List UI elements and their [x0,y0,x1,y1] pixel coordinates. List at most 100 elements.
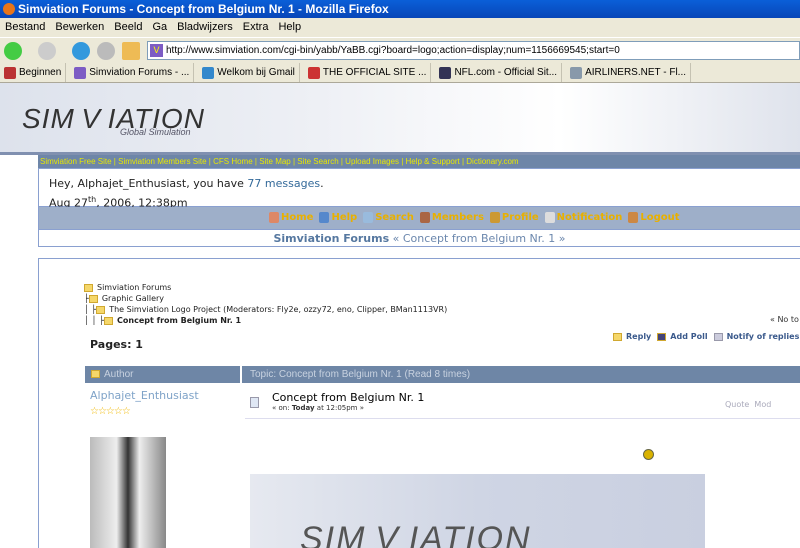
nav-label: Logout [640,212,680,223]
menu-beeld[interactable]: Beeld [114,21,142,33]
window-title: Simviation Forums - Concept from Belgium… [18,2,389,16]
bookmark-label: Beginnen [19,66,62,78]
meta-on: « on: [272,404,292,412]
menu-bewerken[interactable]: Bewerken [55,21,104,33]
post-author[interactable]: Alphajet_Enthusiast [90,389,199,402]
search-icon [363,211,374,223]
notify-button[interactable]: Notify of replies [713,332,800,341]
folder-icon [88,294,98,303]
welcome-box: Hey, Alphajet_Enthusiast, you have 77 me… [38,168,800,210]
nav-home[interactable]: Home [269,207,313,229]
author-column-header: Author [85,366,242,383]
meta-today: Today [291,404,315,412]
folder-icon [91,370,100,379]
bookmark[interactable]: AIRLINERS.NET - Fl... [570,63,692,82]
messages-link[interactable]: 77 messages [247,177,320,190]
modify-button[interactable]: Mod [754,400,771,409]
nav-label: Home [281,212,314,223]
nav-members[interactable]: Members [419,207,484,229]
nav-search[interactable]: Search [363,207,414,229]
period: . [320,177,324,190]
tree-label: Simviation Forums [97,283,172,292]
header-label: Author [104,369,134,380]
menu-bestand[interactable]: Bestand [5,21,45,33]
grin-smiley-icon [643,449,654,460]
breadcrumb: Simviation Forums « Concept from Belgium… [38,229,800,247]
add-poll-button[interactable]: Add Poll [657,332,708,341]
breadcrumb-topic: « Concept from Belgium Nr. 1 » [389,232,566,245]
nav-logout[interactable]: Logout [628,207,680,229]
bookmark-icon [4,66,16,79]
tree-item-gallery[interactable]: ├ Graphic Gallery [84,294,164,303]
url-text: http://www.simviation.com/cgi-bin/yabb/Y… [166,45,620,56]
topic-actions: Reply Add Poll Notify of replies [613,332,799,341]
greeting: Hey, Alphajet_Enthusiast, you have [49,177,248,190]
reply-icon [613,332,622,341]
site-favicon: V [150,44,163,57]
post-divider [245,418,800,419]
bookmark-label: THE OFFICIAL SITE ... [322,66,427,78]
bookmark[interactable]: Beginnen [4,63,67,82]
menu-bar: Bestand Bewerken Beeld Ga Bladwijzers Extra He… [0,18,800,37]
forward-icon[interactable] [38,42,56,60]
action-label: Add Poll [670,332,708,341]
menu-extra[interactable]: Extra [243,21,269,33]
bookmark-icon [570,66,583,79]
members-icon [419,211,430,223]
date-suffix: th [87,195,97,204]
pages-indicator: Pages: 1 [90,338,143,351]
folder-icon [84,283,93,292]
notification-icon [544,211,555,223]
home-icon[interactable] [122,42,140,60]
meta-time: at 12:05pm » [314,404,364,412]
nav-label: Notification [556,212,623,223]
logo-tagline: Global Simulation [120,127,191,137]
nav-profile[interactable]: Profile [489,207,539,229]
bookmark-label: Welkom bij Gmail [217,66,295,78]
nav-notification[interactable]: Notification [544,207,623,229]
bookmark[interactable]: THE OFFICIAL SITE ... [307,63,432,82]
bookmark[interactable]: Simviation Forums - ... [74,63,195,82]
tree-item-topic[interactable]: │ │ ├ Concept from Belgium Nr. 1 [84,316,241,325]
tree-item-board[interactable]: │ ├ The Simviation Logo Project (Moderato… [84,305,447,314]
menu-help[interactable]: Help [278,21,301,33]
address-bar[interactable]: Vhttp://www.simviation.com/cgi-bin/yabb/… [147,41,800,60]
tree-label: Graphic Gallery [101,294,165,303]
reload-icon[interactable] [72,42,90,60]
topic-header: Author Topic: Concept from Belgium Nr. 1… [85,366,800,383]
quote-button[interactable]: Quote [725,400,749,409]
site-links-bar[interactable]: Simviation Free Site | Simviation Member… [38,155,800,168]
folder-icon [104,316,114,325]
poll-icon [657,332,667,341]
post-image: SIM V IATION [250,474,705,548]
navigation-toolbar: Vhttp://www.simviation.com/cgi-bin/yabb/… [0,37,800,63]
avatar [90,437,166,548]
menu-ga[interactable]: Ga [152,21,167,33]
bookmark[interactable]: Welkom bij Gmail [202,63,300,82]
bookmark-icon [202,66,215,79]
prev-topic-link[interactable]: « No to [770,315,799,324]
action-label: Notify of replies [726,332,800,341]
bookmark[interactable]: NFL.com - Official Sit... [439,63,563,82]
logout-icon [628,211,639,223]
tree-label: The Simviation Logo Project (Moderators:… [109,305,448,314]
bookmark-label: Simviation Forums - ... [89,66,190,78]
profile-icon [489,211,500,223]
menu-bladwijzers[interactable]: Bladwijzers [177,21,233,33]
reply-button[interactable]: Reply [613,332,651,341]
bookmark-icon [307,66,320,79]
bookmark-icon [439,66,452,79]
stop-icon[interactable] [97,42,115,60]
nav-label: Search [375,212,414,223]
bookmark-label: NFL.com - Official Sit... [454,66,558,78]
bookmark-label: AIRLINERS.NET - Fl... [585,66,687,78]
home-icon [269,211,279,223]
help-icon [319,211,330,223]
nav-help[interactable]: Help [319,207,357,229]
breadcrumb-forum-link[interactable]: Simviation Forums [273,232,389,245]
tree-item-forums[interactable]: Simviation Forums [84,283,171,292]
bookmarks-toolbar: Beginnen Simviation Forums - ... Welkom … [0,63,800,83]
back-icon[interactable] [4,42,22,60]
nav-label: Profile [501,212,539,223]
firefox-icon [3,3,15,15]
